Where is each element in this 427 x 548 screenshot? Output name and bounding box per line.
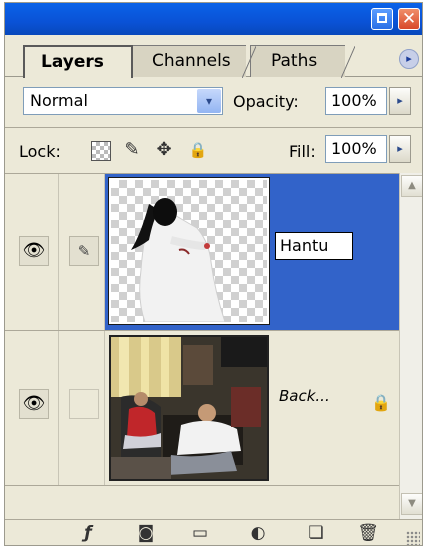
- resize-grip-icon[interactable]: [406, 531, 420, 545]
- lock-all-padlock-icon[interactable]: 🔒: [187, 139, 209, 161]
- eye-visibility-icon[interactable]: 👁: [19, 236, 49, 266]
- link-column: ✎: [61, 174, 105, 330]
- fill-label: Fill:: [289, 142, 316, 161]
- minimize-button[interactable]: [371, 8, 393, 30]
- layers-bottom-toolbar: ƒ ◙ ▭ ◐ ❏ 🗑: [5, 519, 422, 545]
- layer-row-hantu[interactable]: 👁 ✎ Hantu: [5, 174, 399, 331]
- trash-icon[interactable]: 🗑: [355, 522, 381, 544]
- fill-field[interactable]: 100%: [325, 135, 387, 163]
- visibility-column: 👁: [5, 331, 59, 485]
- tab-label: Channels: [152, 51, 231, 71]
- title-bar[interactable]: ✕: [5, 3, 422, 35]
- link-toggle-box[interactable]: [69, 389, 99, 419]
- layer-row-background[interactable]: 👁 Back... 🔒: [5, 331, 399, 486]
- tab-channels[interactable]: Channels: [131, 45, 256, 78]
- opacity-slider-button[interactable]: ▸: [389, 87, 411, 115]
- room-photo-image: [111, 337, 267, 479]
- tab-paths[interactable]: Paths: [250, 45, 355, 78]
- scroll-down-button[interactable]: ▼: [401, 493, 422, 515]
- paintbrush-icon[interactable]: ✎: [69, 236, 99, 266]
- layers-palette-window: ✕ Paths Channels Layers ▸ Normal ▾ Opaci…: [4, 2, 423, 546]
- tab-label: Layers: [41, 52, 104, 72]
- close-button[interactable]: ✕: [398, 8, 420, 30]
- palette-menu-button[interactable]: ▸: [399, 49, 419, 69]
- blend-row: Normal ▾ Opacity: 100% ▸: [5, 83, 422, 123]
- fill-slider-button[interactable]: ▸: [389, 135, 411, 163]
- layer-thumbnail-hantu[interactable]: [108, 177, 270, 325]
- new-layer-icon[interactable]: ❏: [303, 522, 329, 544]
- ghost-figure-image: [131, 198, 226, 323]
- link-column: [61, 331, 105, 485]
- layer-name-value: Hantu: [280, 236, 329, 255]
- opacity-label: Opacity:: [233, 92, 299, 111]
- chevron-down-icon[interactable]: ▾: [197, 89, 221, 113]
- tab-layers[interactable]: Layers: [23, 45, 133, 78]
- layer-mask-icon[interactable]: ◙: [133, 522, 159, 544]
- layer-name-input[interactable]: Hantu: [275, 232, 353, 260]
- tab-label: Paths: [271, 51, 318, 71]
- new-group-folder-icon[interactable]: ▭: [187, 522, 213, 544]
- layer-lock-padlock-icon: 🔒: [371, 393, 391, 412]
- layers-scrollbar[interactable]: ▲ ▼: [399, 173, 422, 519]
- fill-value: 100%: [331, 139, 377, 158]
- blend-mode-select[interactable]: Normal ▾: [23, 87, 223, 115]
- layer-name-background: Back...: [279, 387, 330, 405]
- layer-style-icon[interactable]: ƒ: [75, 522, 101, 544]
- palette-tabs: Paths Channels Layers ▸: [5, 35, 422, 78]
- minimize-icon: [377, 13, 387, 23]
- opacity-value: 100%: [331, 91, 377, 110]
- lock-image-brush-icon[interactable]: ✎: [121, 139, 143, 161]
- tab-edge: [242, 46, 256, 78]
- lock-row: Lock: ✎ ✥ 🔒 Fill: 100% ▸: [5, 131, 422, 171]
- adjustment-layer-icon[interactable]: ◐: [245, 522, 271, 544]
- opacity-field[interactable]: 100%: [325, 87, 387, 115]
- eye-visibility-icon[interactable]: 👁: [19, 389, 49, 419]
- scroll-up-button[interactable]: ▲: [401, 175, 422, 197]
- blend-mode-value: Normal: [30, 91, 88, 110]
- layer-thumbnail-background[interactable]: [109, 335, 269, 481]
- lock-label: Lock:: [19, 142, 61, 161]
- tab-edge: [341, 46, 355, 78]
- layers-list: 👁 ✎ Hantu 👁 Back... 🔒: [5, 173, 399, 519]
- lock-position-move-icon[interactable]: ✥: [153, 139, 175, 161]
- visibility-column: 👁: [5, 174, 59, 330]
- lock-transparency-icon[interactable]: [91, 141, 111, 161]
- divider: [5, 127, 422, 128]
